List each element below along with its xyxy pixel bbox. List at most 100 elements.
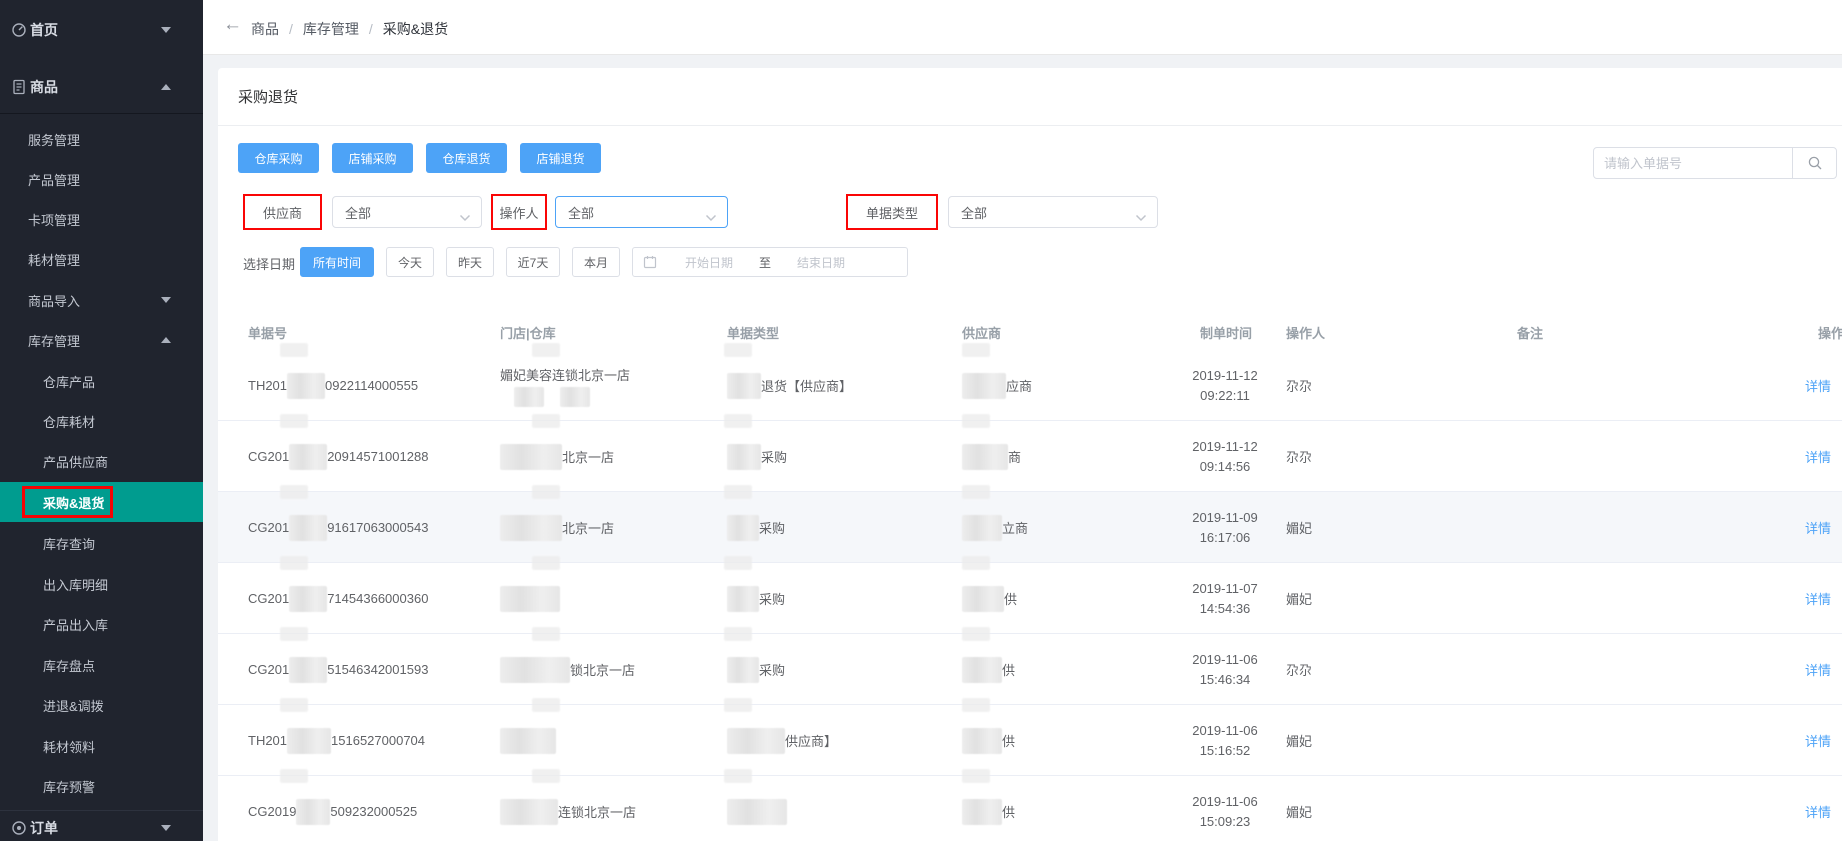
detail-link[interactable]: 详情	[1805, 802, 1831, 821]
sidebar-item-8[interactable]: 仓库产品	[0, 361, 203, 401]
cell-doc-type: 采购	[727, 563, 785, 634]
created-time: 16:17:06	[1199, 529, 1251, 545]
select-value: 全部	[568, 205, 595, 221]
redaction-patch	[532, 343, 560, 357]
action-button-2[interactable]: 仓库退货	[426, 143, 507, 173]
cell-doc-type	[727, 776, 787, 841]
redaction-blur	[500, 656, 570, 683]
redaction-blur	[289, 443, 328, 470]
date-filter-label: 选择日期	[243, 257, 296, 272]
created-time: 15:09:23	[1199, 813, 1251, 829]
sidebar-item-14[interactable]: 产品出入库	[0, 604, 203, 644]
created-time: 09:14:56	[1199, 458, 1251, 474]
redaction-patch	[280, 485, 308, 499]
sidebar-item-4[interactable]: 卡项管理	[0, 199, 203, 239]
cell-doc-no: CG201 51546342001593	[248, 634, 428, 705]
breadcrumb-item-0[interactable]: 商品	[251, 19, 279, 39]
back-arrow-icon[interactable]: ←	[223, 14, 242, 36]
sidebar-item-11[interactable]: 采购&退货	[0, 482, 203, 522]
detail-link[interactable]: 详情	[1805, 376, 1831, 395]
sidebar-item-orders[interactable]: 订单	[0, 808, 203, 841]
cell-action: 详情	[1805, 421, 1831, 492]
sidebar-item-3[interactable]: 产品管理	[0, 159, 203, 199]
column-header-2: 单据类型	[727, 326, 780, 341]
redaction-patch	[532, 769, 560, 783]
sidebar-item-label: 首页	[30, 22, 58, 38]
detail-link[interactable]: 详情	[1805, 660, 1831, 679]
action-button-0[interactable]: 仓库采购	[238, 143, 319, 173]
sidebar-item-5[interactable]: 耗材管理	[0, 239, 203, 279]
redaction-patch	[724, 343, 752, 357]
sidebar-item-2[interactable]: 服务管理	[0, 119, 203, 159]
date-range-picker[interactable]: 开始日期 至 结束日期	[632, 247, 908, 277]
filter-label-red-box-1: 操作人	[491, 194, 547, 230]
sidebar-item-6[interactable]: 商品导入	[0, 280, 203, 320]
sidebar-divider	[0, 113, 203, 114]
sidebar-item-1[interactable]: 商品	[0, 67, 203, 107]
date-option-0[interactable]: 所有时间	[300, 247, 374, 277]
detail-link[interactable]: 详情	[1805, 447, 1831, 466]
sidebar-item-label: 订单	[30, 820, 58, 836]
redaction-blur	[962, 798, 1002, 825]
redaction-blur	[727, 372, 761, 399]
sidebar-item-label: 卡项管理	[28, 212, 81, 228]
redaction-blur	[289, 585, 328, 612]
redaction-patch	[724, 627, 752, 641]
sidebar-item-13[interactable]: 出入库明细	[0, 564, 203, 604]
action-button-1[interactable]: 店铺采购	[332, 143, 413, 173]
sidebar-item-0[interactable]: 首页	[0, 10, 203, 50]
detail-link[interactable]: 详情	[1805, 589, 1831, 608]
filter-select-0[interactable]: 全部	[332, 196, 482, 228]
date-option-2[interactable]: 昨天	[446, 247, 494, 277]
created-time: 14:54:36	[1199, 600, 1251, 616]
table-row: CG201 20914571001288 北京一店 采购 商 2019-11-12…	[218, 414, 1842, 492]
cell-created-time: 2019-11-07 14:54:36	[1165, 563, 1285, 634]
redaction-blur	[727, 585, 759, 612]
redaction-patch	[962, 698, 990, 712]
created-date: 2019-11-09	[1192, 509, 1258, 525]
sidebar-item-9[interactable]: 仓库耗材	[0, 401, 203, 441]
redaction-patch	[532, 627, 560, 641]
breadcrumb-item-1[interactable]: 库存管理	[303, 19, 359, 39]
redaction-blur	[500, 798, 558, 825]
table-row: CG201 91617063000543 北京一店 采购 立商 2019-11-0…	[218, 485, 1842, 563]
sidebar-item-label: 商品导入	[28, 293, 81, 309]
search-icon	[1808, 156, 1821, 170]
date-option-3[interactable]: 近7天	[506, 247, 560, 277]
cell-supplier: 立商	[962, 492, 1028, 563]
search-box	[1593, 147, 1837, 179]
redaction-blur	[296, 798, 331, 825]
sidebar-item-15[interactable]: 库存盘点	[0, 645, 203, 685]
date-option-1[interactable]: 今天	[386, 247, 434, 277]
redaction-blur	[962, 727, 1002, 754]
sidebar-item-16[interactable]: 进退&调拨	[0, 685, 203, 725]
sidebar-item-10[interactable]: 产品供应商	[0, 441, 203, 481]
cell-store: 媚妃美容连锁北京一店	[500, 350, 630, 421]
created-time: 15:16:52	[1199, 742, 1251, 758]
detail-link[interactable]: 详情	[1805, 518, 1831, 537]
detail-link[interactable]: 详情	[1805, 731, 1831, 750]
redaction-blur	[962, 656, 1002, 683]
filter-select-2[interactable]: 全部	[948, 196, 1158, 228]
date-option-4[interactable]: 本月	[572, 247, 620, 277]
orders-icon	[10, 819, 28, 837]
sidebar-item-18[interactable]: 库存预警	[0, 766, 203, 806]
breadcrumb-item-2[interactable]: 采购&退货	[383, 19, 448, 39]
sidebar-item-17[interactable]: 耗材领料	[0, 726, 203, 766]
column-header-3: 供应商	[962, 326, 1002, 341]
filter-select-1[interactable]: 全部	[555, 196, 728, 228]
chevron-down-icon	[1135, 209, 1147, 227]
action-button-3[interactable]: 店铺退货	[520, 143, 601, 173]
column-header-4: 制单时间	[1200, 326, 1253, 341]
sidebar-item-7[interactable]: 库存管理	[0, 320, 203, 360]
start-date-input[interactable]: 开始日期	[685, 254, 733, 271]
sidebar-item-label: 库存盘点	[43, 658, 96, 674]
cell-operator: 尕尕	[1286, 379, 1313, 394]
cell-supplier: 供	[962, 563, 1017, 634]
end-date-input[interactable]: 结束日期	[797, 254, 845, 271]
dashboard-icon	[10, 21, 28, 39]
search-button[interactable]	[1792, 148, 1836, 178]
search-input[interactable]	[1594, 148, 1792, 178]
chevron-down-icon	[705, 209, 717, 227]
sidebar-item-12[interactable]: 库存查询	[0, 523, 203, 563]
